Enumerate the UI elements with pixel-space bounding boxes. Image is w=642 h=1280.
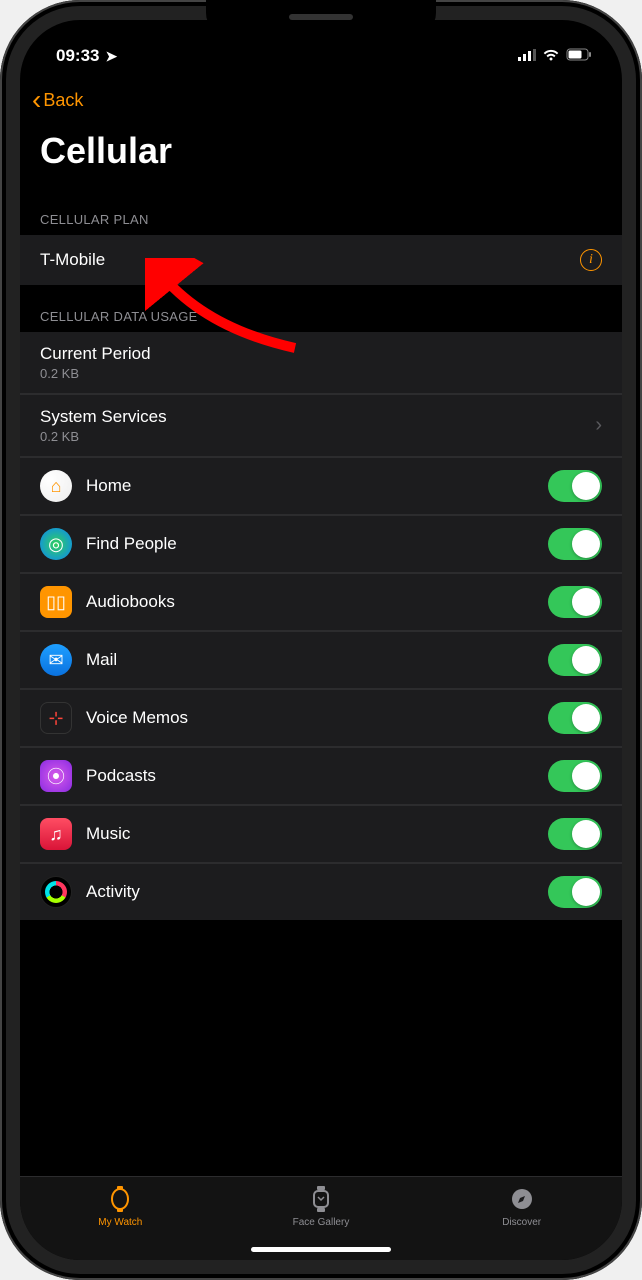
chevron-left-icon: ‹ xyxy=(32,86,41,114)
music-icon: ♫ xyxy=(40,818,72,850)
activity-icon xyxy=(40,876,72,908)
system-services-row[interactable]: System Services 0.2 KB › xyxy=(20,394,622,457)
toggle-home[interactable] xyxy=(548,470,602,502)
toggle-audiobooks[interactable] xyxy=(548,586,602,618)
speaker xyxy=(289,14,353,20)
app-label: Voice Memos xyxy=(86,708,548,728)
my-watch-icon xyxy=(106,1185,134,1213)
mail-icon: ✉ xyxy=(40,644,72,676)
notch xyxy=(206,0,436,35)
home-icon: ⌂ xyxy=(40,470,72,502)
app-row-music: ♫ Music xyxy=(20,805,622,863)
discover-icon xyxy=(508,1185,536,1213)
toggle-music[interactable] xyxy=(548,818,602,850)
app-label: Podcasts xyxy=(86,766,548,786)
face-gallery-icon xyxy=(307,1185,335,1213)
app-row-home: ⌂ Home xyxy=(20,457,622,515)
audiobooks-icon: ▯▯ xyxy=(40,586,72,618)
voice-memos-icon: ⊹ xyxy=(40,702,72,734)
tab-my-watch[interactable]: My Watch xyxy=(70,1185,170,1228)
app-row-mail: ✉ Mail xyxy=(20,631,622,689)
toggle-find-people[interactable] xyxy=(548,528,602,560)
location-services-icon: ➤ xyxy=(105,48,117,65)
nav-bar: ‹ Back xyxy=(20,78,622,122)
toggle-activity[interactable] xyxy=(548,876,602,908)
back-label: Back xyxy=(43,90,83,111)
info-icon[interactable]: i xyxy=(580,249,602,271)
cellular-signal-icon xyxy=(518,46,536,66)
app-row-podcasts: ⦿ Podcasts xyxy=(20,747,622,805)
tab-label: My Watch xyxy=(98,1217,142,1228)
app-label: Music xyxy=(86,824,548,844)
app-label: Home xyxy=(86,476,548,496)
tab-label: Discover xyxy=(502,1217,541,1228)
phone-frame: 09:33 ➤ ‹ Back Cellular xyxy=(0,0,642,1280)
plan-row[interactable]: T-Mobile i xyxy=(20,235,622,285)
tab-label: Face Gallery xyxy=(293,1217,350,1228)
toggle-podcasts[interactable] xyxy=(548,760,602,792)
carrier-name: T-Mobile xyxy=(40,250,580,270)
status-time: 09:33 xyxy=(56,46,99,66)
system-services-value: 0.2 KB xyxy=(40,429,595,444)
app-label: Activity xyxy=(86,882,548,902)
toggle-voice-memos[interactable] xyxy=(548,702,602,734)
wifi-icon xyxy=(542,46,560,66)
app-row-activity: Activity xyxy=(20,863,622,920)
app-label: Audiobooks xyxy=(86,592,548,612)
screen: 09:33 ➤ ‹ Back Cellular xyxy=(20,20,622,1260)
home-indicator[interactable] xyxy=(251,1247,391,1252)
tab-discover[interactable]: Discover xyxy=(472,1185,572,1228)
app-label: Find People xyxy=(86,534,548,554)
app-row-find-people: ◎ Find People xyxy=(20,515,622,573)
tab-face-gallery[interactable]: Face Gallery xyxy=(271,1185,371,1228)
section-header-plan: CELLULAR PLAN xyxy=(20,188,622,235)
find-people-icon: ◎ xyxy=(40,528,72,560)
toggle-mail[interactable] xyxy=(548,644,602,676)
system-services-title: System Services xyxy=(40,407,595,427)
chevron-right-icon: › xyxy=(595,414,602,437)
current-period-value: 0.2 KB xyxy=(40,366,602,381)
battery-icon xyxy=(566,46,592,66)
app-row-audiobooks: ▯▯ Audiobooks xyxy=(20,573,622,631)
app-row-voice-memos: ⊹ Voice Memos xyxy=(20,689,622,747)
section-header-usage: CELLULAR DATA USAGE xyxy=(20,285,622,332)
back-button[interactable]: ‹ Back xyxy=(32,86,83,114)
podcasts-icon: ⦿ xyxy=(40,760,72,792)
app-label: Mail xyxy=(86,650,548,670)
current-period-row[interactable]: Current Period 0.2 KB xyxy=(20,332,622,394)
current-period-title: Current Period xyxy=(40,344,602,364)
content-scroll[interactable]: CELLULAR PLAN T-Mobile i CELLULAR DATA U… xyxy=(20,188,622,1176)
page-title: Cellular xyxy=(20,122,622,188)
